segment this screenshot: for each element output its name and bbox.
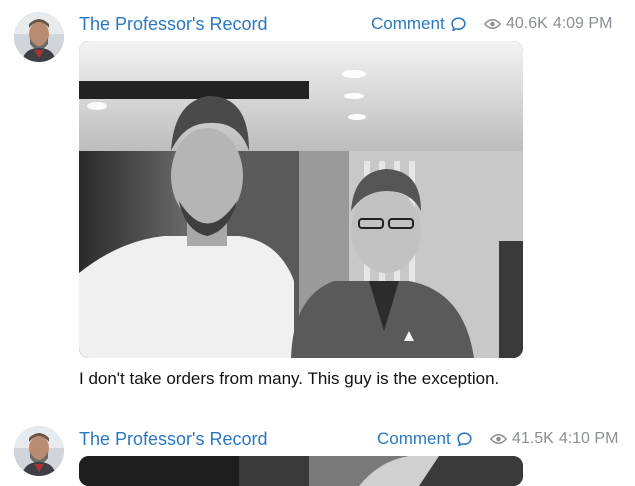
channel-post: The Professor's Record Comment 40.6K 4:0…	[0, 0, 635, 420]
comment-label: Comment	[377, 429, 451, 448]
comment-button[interactable]: Comment	[371, 14, 467, 34]
channel-name[interactable]: The Professor's Record	[79, 14, 268, 35]
post-time: 4:10 PM	[558, 430, 619, 447]
post-meta: 41.5K 4:10 PM	[490, 430, 618, 448]
post-photo[interactable]	[79, 41, 523, 358]
post-time: 4:09 PM	[552, 15, 613, 32]
avatar[interactable]	[14, 12, 64, 62]
post-caption: I don't take orders from many. This guy …	[79, 369, 500, 388]
view-count: 40.6K	[506, 15, 548, 32]
view-count: 41.5K	[512, 430, 554, 447]
channel-name[interactable]: The Professor's Record	[79, 429, 268, 450]
channel-post: The Professor's Record Comment 41.5K 4:1…	[0, 420, 635, 486]
comment-button[interactable]: Comment	[377, 429, 473, 449]
comment-label: Comment	[371, 14, 445, 33]
post-meta: 40.6K 4:09 PM	[484, 15, 612, 33]
post-photo[interactable]	[79, 456, 523, 486]
avatar-image	[14, 12, 64, 62]
eye-icon	[490, 434, 507, 444]
comment-bubble-icon	[451, 16, 466, 31]
photo-image	[79, 456, 523, 486]
comment-bubble-icon	[457, 431, 472, 446]
avatar-image	[14, 426, 64, 476]
avatar[interactable]	[14, 426, 64, 476]
photo-image	[79, 41, 523, 358]
eye-icon	[484, 19, 501, 29]
